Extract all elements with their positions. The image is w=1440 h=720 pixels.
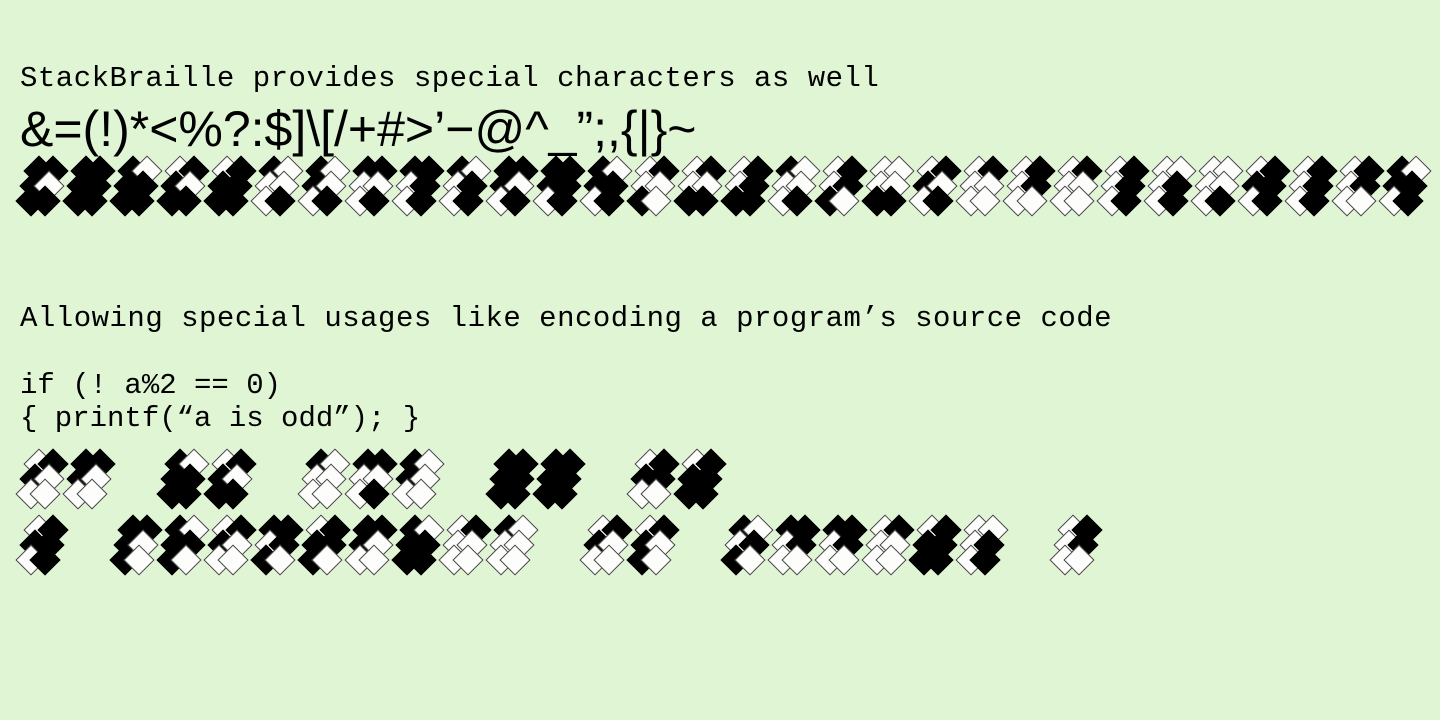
braille-cell [1101, 160, 1148, 216]
braille-cell [443, 160, 490, 216]
code-line-2: { printf(“a is odd”); } [20, 402, 420, 435]
braille-cell [349, 160, 396, 216]
braille-cell [161, 453, 208, 509]
braille-word [114, 519, 443, 575]
braille-cell [302, 160, 349, 216]
braille-cell [1289, 160, 1336, 216]
braille-space [537, 519, 584, 575]
braille-cell [1195, 160, 1242, 216]
braille-space [1007, 519, 1054, 575]
code-line-1: if (! a%2 == 0) [20, 369, 281, 402]
braille-space [67, 519, 114, 575]
braille-word [1054, 519, 1101, 575]
braille-cell [208, 160, 255, 216]
braille-cell [772, 519, 819, 575]
braille-cell [1054, 160, 1101, 216]
braille-cell [396, 519, 443, 575]
braille-word [20, 453, 114, 509]
braille-cell [161, 519, 208, 575]
braille-cell [537, 453, 584, 509]
braille-space [443, 453, 490, 509]
braille-cell [1336, 160, 1383, 216]
braille-code-row-1 [20, 453, 1420, 509]
braille-cell [302, 453, 349, 509]
braille-cell [1054, 519, 1101, 575]
braille-space [584, 453, 631, 509]
braille-cell [114, 160, 161, 216]
code-block: if (! a%2 == 0) { printf(“a is odd”); } [20, 369, 1420, 436]
braille-cell [396, 160, 443, 216]
braille-cell [302, 519, 349, 575]
braille-cell [1007, 160, 1054, 216]
braille-cell [866, 519, 913, 575]
braille-cell [396, 453, 443, 509]
braille-cell [866, 160, 913, 216]
braille-cell [913, 160, 960, 216]
braille-cell [255, 519, 302, 575]
braille-cell [20, 519, 67, 575]
braille-cell [490, 160, 537, 216]
allowing-line: Allowing special usages like encoding a … [20, 302, 1420, 335]
special-characters-row: &=(!)*<%?:$]\[/+#>’−@^_”;,{|}~ [20, 103, 1420, 156]
braille-cell [67, 160, 114, 216]
braille-cell [490, 519, 537, 575]
braille-cell [161, 160, 208, 216]
braille-cell [725, 160, 772, 216]
braille-space [255, 453, 302, 509]
braille-cell [537, 160, 584, 216]
braille-space [678, 519, 725, 575]
braille-cell [1383, 160, 1430, 216]
braille-word [725, 519, 1007, 575]
braille-word [443, 519, 537, 575]
braille-cell [1148, 160, 1195, 216]
braille-cell [631, 519, 678, 575]
braille-cell [960, 160, 1007, 216]
braille-cell [725, 519, 772, 575]
braille-word [302, 453, 443, 509]
braille-cell [678, 453, 725, 509]
section-source-code: Allowing special usages like encoding a … [20, 302, 1420, 576]
braille-word [584, 519, 678, 575]
braille-cell [349, 453, 396, 509]
braille-cell [114, 519, 161, 575]
braille-cell [443, 519, 490, 575]
braille-cell [20, 453, 67, 509]
braille-cell [255, 160, 302, 216]
braille-cell [913, 519, 960, 575]
braille-cell [678, 160, 725, 216]
braille-cell [1242, 160, 1289, 216]
braille-cell [584, 160, 631, 216]
braille-cell [631, 160, 678, 216]
braille-cell [631, 453, 678, 509]
braille-cell [584, 519, 631, 575]
braille-cell [208, 519, 255, 575]
braille-cell [67, 453, 114, 509]
page: StackBraille provides special characters… [0, 0, 1440, 575]
braille-cell [960, 519, 1007, 575]
braille-word [161, 453, 255, 509]
braille-cell [208, 453, 255, 509]
braille-space [114, 453, 161, 509]
braille-cell [490, 453, 537, 509]
braille-code-row-2 [20, 519, 1420, 575]
braille-cell [20, 160, 67, 216]
braille-cell [819, 519, 866, 575]
braille-cell [772, 160, 819, 216]
braille-symbols-row [20, 160, 1420, 216]
braille-word [631, 453, 725, 509]
intro-line: StackBraille provides special characters… [20, 62, 1420, 95]
braille-cell [349, 519, 396, 575]
braille-cell [819, 160, 866, 216]
braille-word [20, 519, 67, 575]
braille-word [490, 453, 584, 509]
